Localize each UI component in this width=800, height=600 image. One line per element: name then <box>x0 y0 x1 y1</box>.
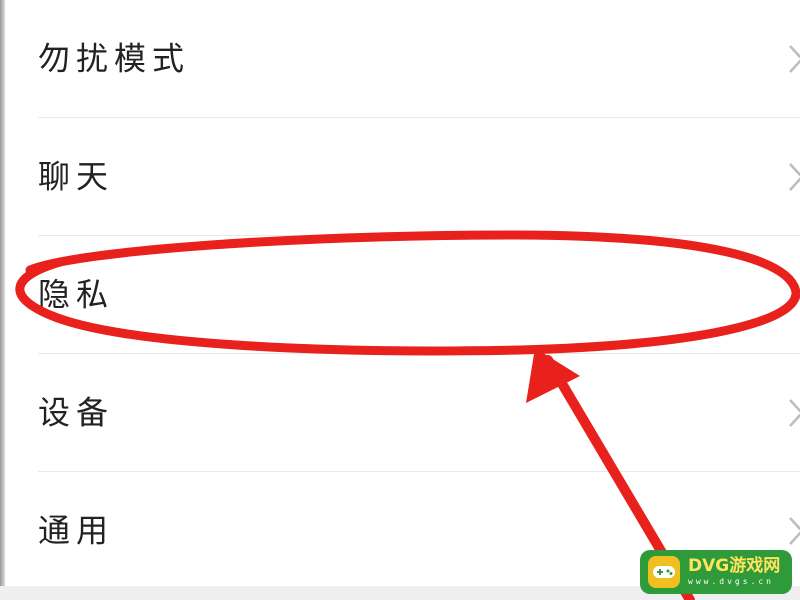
watermark-brand: DVG游戏网 <box>688 556 781 576</box>
watermark-site: www.dvgs.cn <box>688 577 774 586</box>
settings-item-privacy[interactable]: 隐私 <box>38 236 800 354</box>
chevron-right-icon <box>789 280 800 309</box>
settings-item-chat[interactable]: 聊天 <box>38 118 800 236</box>
gamepad-icon <box>648 556 680 588</box>
chevron-right-icon <box>789 516 800 545</box>
settings-item-label: 聊天 <box>38 157 115 196</box>
chevron-right-icon <box>789 44 800 73</box>
watermark-badge: DVG游戏网 www.dvgs.cn <box>640 550 792 594</box>
settings-item-label: 勿扰模式 <box>38 39 191 78</box>
settings-list: 勿扰模式 聊天 隐私 设备 通用 <box>0 0 800 590</box>
settings-item-do-not-disturb[interactable]: 勿扰模式 <box>38 0 800 118</box>
settings-item-label: 设备 <box>38 393 115 432</box>
chevron-right-icon <box>789 398 800 427</box>
settings-item-devices[interactable]: 设备 <box>38 354 800 472</box>
settings-item-label: 隐私 <box>38 275 115 314</box>
settings-item-label: 通用 <box>38 511 115 550</box>
chevron-right-icon <box>789 162 800 191</box>
